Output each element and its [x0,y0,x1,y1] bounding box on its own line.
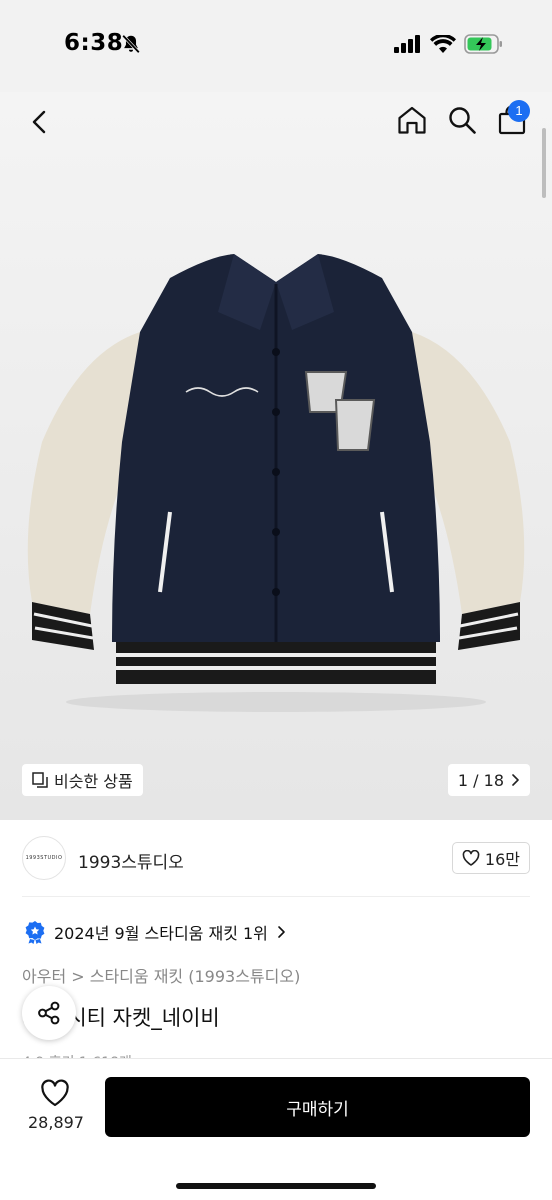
share-button[interactable] [22,986,76,1040]
category-breadcrumb[interactable]: 아우터 > 스타디움 재킷 (1993스튜디오) [22,963,300,987]
cart-count-badge: 1 [508,100,530,122]
product-image [27,254,525,712]
search-icon[interactable] [446,104,478,136]
brand-logo[interactable]: 1993STUDIO [22,836,66,880]
similar-products-label: 비슷한 상품 [54,772,133,791]
cellular-signal-icon [394,35,420,53]
home-icon[interactable] [396,104,428,136]
image-page-indicator[interactable]: 1 / 18 [447,764,530,796]
brand-like-button[interactable]: 16만 [451,842,530,874]
brand-name[interactable]: 1993스튜디오 [78,848,184,873]
scrollbar [542,128,546,198]
ranking-label: 2024년 9월 스타디움 재킷 1위 [54,924,268,943]
page-indicator-text: 1 / 18 [457,770,504,790]
award-badge-icon [25,921,45,944]
similar-products-button[interactable]: 비슷한 상품 [22,764,143,796]
battery-charging-icon [464,34,502,54]
status-icons [394,34,504,54]
chevron-right-icon [512,774,519,786]
divider [22,896,530,897]
chevron-right-icon [278,926,285,938]
home-indicator [176,1183,376,1189]
brand-logo-text: 1993STUDIO [25,855,63,861]
wishlist-count: 28,897 [28,1113,84,1132]
product-image-carousel[interactable]: 1 비슷한 상품 1 / 18 [0,92,552,820]
back-arrow-icon[interactable] [24,106,56,138]
ranking-link[interactable]: 2024년 9월 스타디움 재킷 1위 [24,920,286,944]
status-time: 6:38 [64,30,124,56]
share-icon [38,1001,60,1025]
bell-muted-icon [122,34,140,54]
wishlist-heart-icon[interactable] [40,1079,70,1107]
buy-button-label: 구매하기 [286,1099,349,1120]
status-bar: 6:38 [0,0,552,92]
brand-row[interactable]: 1993STUDIO 1993스튜디오 16만 [22,836,530,882]
brand-like-count: 16만 [484,850,520,869]
purchase-bar: 28,897 구매하기 [0,1058,552,1200]
heart-icon [462,850,480,866]
wifi-icon [430,35,456,53]
buy-button[interactable]: 구매하기 [105,1077,530,1137]
similar-items-icon [32,772,48,788]
